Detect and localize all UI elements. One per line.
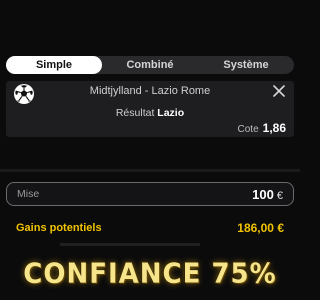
- result-line: Résultat Lazio: [6, 107, 294, 119]
- close-icon[interactable]: [270, 82, 288, 100]
- bet-selection-card: Midtjylland - Lazio Rome Résultat Lazio …: [6, 81, 294, 137]
- odds: Cote 1,86: [238, 121, 286, 135]
- odds-label: Cote: [237, 124, 259, 135]
- confidence-overlay-text: CONFIANCE 75%: [23, 258, 277, 290]
- result-label: Résultat: [115, 107, 155, 119]
- potential-gains: Gains potentiels 186,00 €: [6, 214, 294, 242]
- stake-input[interactable]: Mise 100 €: [6, 182, 294, 206]
- odds-value: 1,86: [262, 121, 286, 135]
- result-value: Lazio: [157, 107, 185, 119]
- stake-amount: 100: [252, 186, 274, 202]
- stake-currency: €: [276, 189, 283, 202]
- stake-value[interactable]: 100 €: [252, 187, 283, 202]
- gains-value: 186,00 €: [237, 221, 284, 235]
- stake-label: Mise: [17, 188, 40, 200]
- tab-simple[interactable]: Simple: [6, 56, 102, 74]
- match-title: Midtjylland - Lazio Rome: [89, 85, 211, 97]
- bet-type-tabs: Simple Combiné Système: [6, 56, 294, 74]
- gains-label: Gains potentiels: [16, 222, 102, 234]
- tab-combine[interactable]: Combiné: [102, 56, 198, 74]
- tab-systeme[interactable]: Système: [198, 56, 294, 74]
- bottom-divider: [60, 243, 200, 246]
- section-divider: [0, 169, 300, 172]
